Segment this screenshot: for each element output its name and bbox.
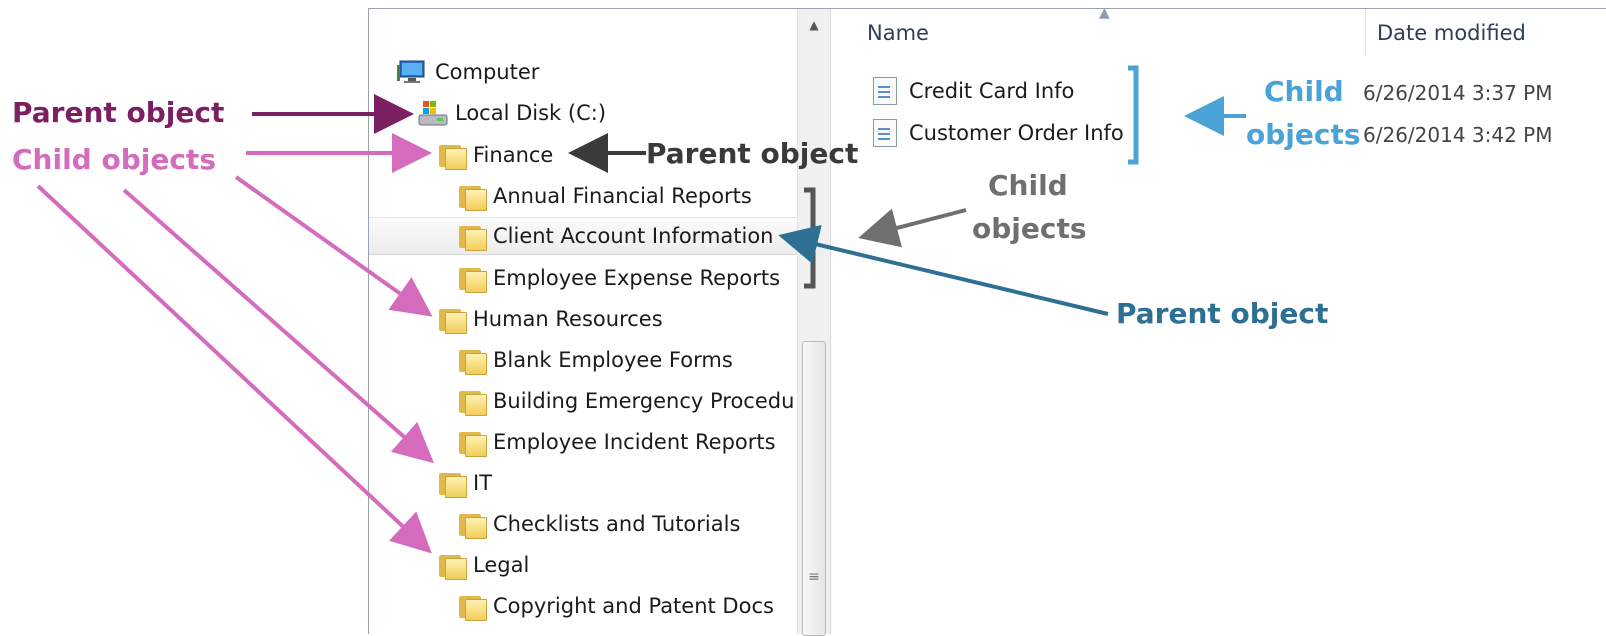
annotation-blue-child-line-1: Child: [1264, 75, 1344, 108]
column-divider[interactable]: [1365, 9, 1366, 55]
annotation-grey-child-line-2: objects: [972, 212, 1087, 245]
tree-item-blank-employee-forms[interactable]: Blank Employee Forms: [457, 341, 733, 379]
tree-item-label: Employee Expense Reports: [493, 266, 781, 290]
annotation-blue-child-line-2: objects: [1246, 118, 1361, 151]
navigation-pane: Computer Local Disk (C:) Finance Annual …: [369, 9, 797, 634]
folder-icon: [457, 223, 487, 251]
file-date: 6/26/2014 3:37 PM: [1363, 81, 1553, 105]
tree-item-finance[interactable]: Finance: [437, 136, 553, 174]
annotation-left-parent: Parent object: [12, 96, 225, 129]
tree-item-label: IT: [473, 471, 493, 495]
annotation-grey-child-line-1: Child: [988, 169, 1068, 202]
tree-item-label: Human Resources: [473, 307, 663, 331]
tree-item-label: Legal: [473, 553, 530, 577]
folder-icon: [457, 183, 487, 211]
file-row-credit-card-info[interactable]: Credit Card Info: [873, 73, 1074, 109]
folder-icon: [457, 347, 487, 375]
tree-item-checklists-and-tutorials[interactable]: Checklists and Tutorials: [457, 505, 740, 543]
tree-item-label: Employee Incident Reports: [493, 430, 776, 454]
tree-item-label: Blank Employee Forms: [493, 348, 733, 372]
explorer-window: Computer Local Disk (C:) Finance Annual …: [368, 5, 1606, 636]
document-icon: [873, 119, 897, 147]
local-disk-icon: [417, 99, 449, 127]
tree-item-label: Annual Financial Reports: [493, 184, 752, 208]
folder-icon: [437, 142, 467, 170]
document-icon: [873, 77, 897, 105]
file-date: 6/26/2014 3:42 PM: [1363, 123, 1553, 147]
folder-icon: [457, 388, 487, 416]
tree-item-legal[interactable]: Legal: [437, 546, 529, 584]
tree-item-label: Finance: [473, 143, 554, 167]
tree-item-building-emergency-procedures[interactable]: Building Emergency Procedu: [457, 382, 797, 420]
tree-item-label: Local Disk (C:): [455, 101, 607, 125]
file-row-customer-order-info[interactable]: Customer Order Info: [873, 115, 1124, 151]
tree-item-human-resources[interactable]: Human Resources: [437, 300, 663, 338]
folder-icon: [457, 265, 487, 293]
folder-icon: [457, 511, 487, 539]
folder-icon: [437, 306, 467, 334]
tree-item-employee-expense-reports[interactable]: Employee Expense Reports: [457, 259, 780, 297]
column-header-name[interactable]: Name: [867, 21, 929, 45]
tree-item-client-account-information[interactable]: Client Account Information: [369, 217, 797, 255]
scrollbar-thumb[interactable]: ≡: [802, 341, 826, 636]
annotation-finance-parent: Parent object: [646, 137, 859, 170]
tree-item-employee-incident-reports[interactable]: Employee Incident Reports: [457, 423, 776, 461]
tree-item-label: Building Emergency Procedu: [493, 389, 795, 413]
tree-item-computer[interactable]: Computer: [397, 53, 539, 91]
file-name: Customer Order Info: [909, 121, 1124, 145]
nav-scrollbar[interactable]: ▲ ≡: [797, 9, 831, 636]
file-name: Credit Card Info: [909, 79, 1075, 103]
tree-item-copyright-and-patent-docs[interactable]: Copyright and Patent Docs: [457, 587, 774, 625]
column-header-date-modified[interactable]: Date modified: [1377, 21, 1526, 45]
tree-item-label: Computer: [435, 60, 540, 84]
tree-item-annual-financial-reports[interactable]: Annual Financial Reports: [457, 177, 752, 215]
grip-icon: ≡: [808, 569, 820, 585]
tree-item-it[interactable]: IT: [437, 464, 492, 502]
annotation-teal-parent: Parent object: [1116, 297, 1329, 330]
folder-icon: [457, 593, 487, 621]
scroll-up-arrow-icon[interactable]: ▲: [798, 15, 830, 35]
folder-icon: [457, 429, 487, 457]
folder-icon: [437, 470, 467, 498]
tree-item-local-disk[interactable]: Local Disk (C:): [417, 94, 606, 132]
sort-ascending-icon: ▲: [1099, 5, 1110, 21]
tree-item-label: Client Account Information: [493, 224, 774, 248]
tree-item-label: Checklists and Tutorials: [493, 512, 741, 536]
annotation-left-child: Child objects: [12, 143, 216, 176]
computer-icon: [397, 59, 429, 85]
folder-icon: [437, 552, 467, 580]
tree-item-label: Copyright and Patent Docs: [493, 594, 774, 618]
